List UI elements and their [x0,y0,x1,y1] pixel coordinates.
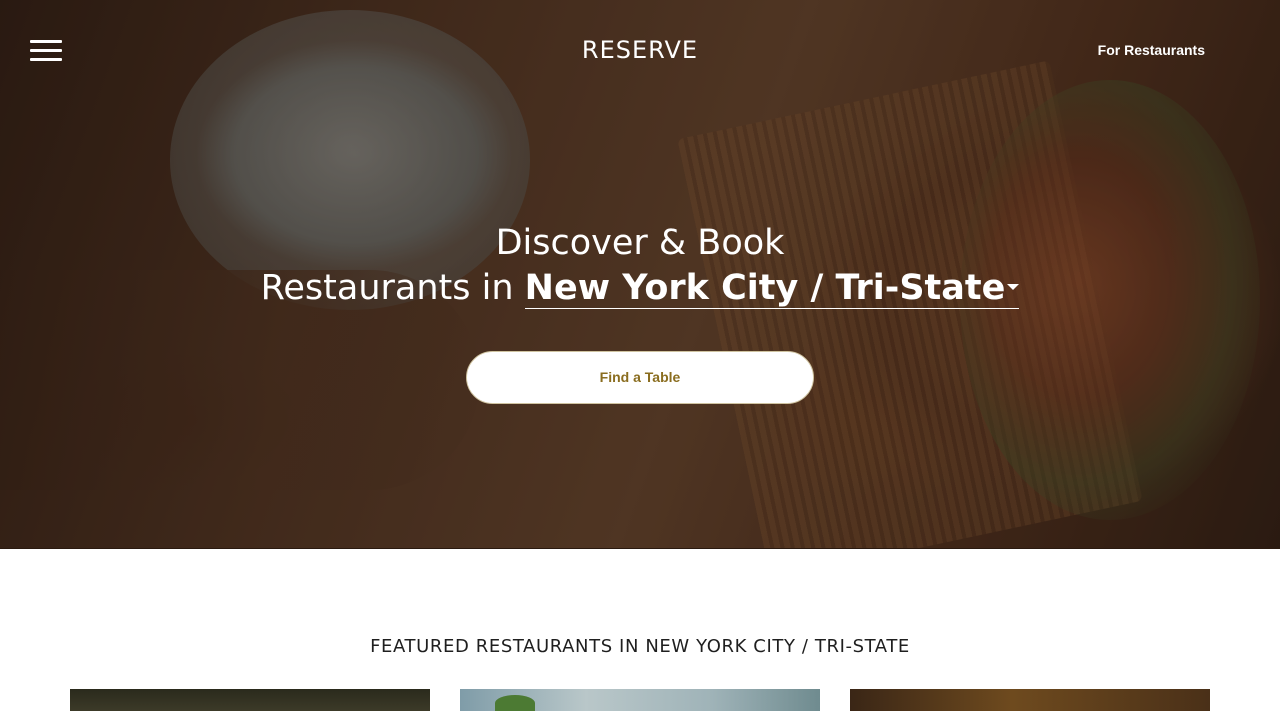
city-selector-label: New York City / Tri-State [524,268,1006,308]
featured-restaurant-card[interactable] [70,689,430,711]
headline-prefix: Restaurants in [260,268,525,308]
find-a-table-button[interactable]: Find a Table [466,351,814,404]
caret-down-icon [1007,284,1020,290]
hero-headline: Discover & Book Restaurants in New York … [0,221,1280,311]
hero-divider [0,548,1280,549]
city-selector[interactable]: New York City / Tri-State [524,268,1020,309]
featured-restaurant-card[interactable] [460,689,820,711]
featured-section-title: FEATURED RESTAURANTS IN NEW YORK CITY / … [370,636,910,657]
brand-logo[interactable]: RESERVE [0,36,1280,64]
for-restaurants-link[interactable]: For Restaurants [1098,42,1205,58]
headline-line-2: Restaurants in New York City / Tri-State [0,265,1280,311]
headline-line-1: Discover & Book [495,223,785,263]
featured-restaurant-card[interactable] [850,689,1210,711]
